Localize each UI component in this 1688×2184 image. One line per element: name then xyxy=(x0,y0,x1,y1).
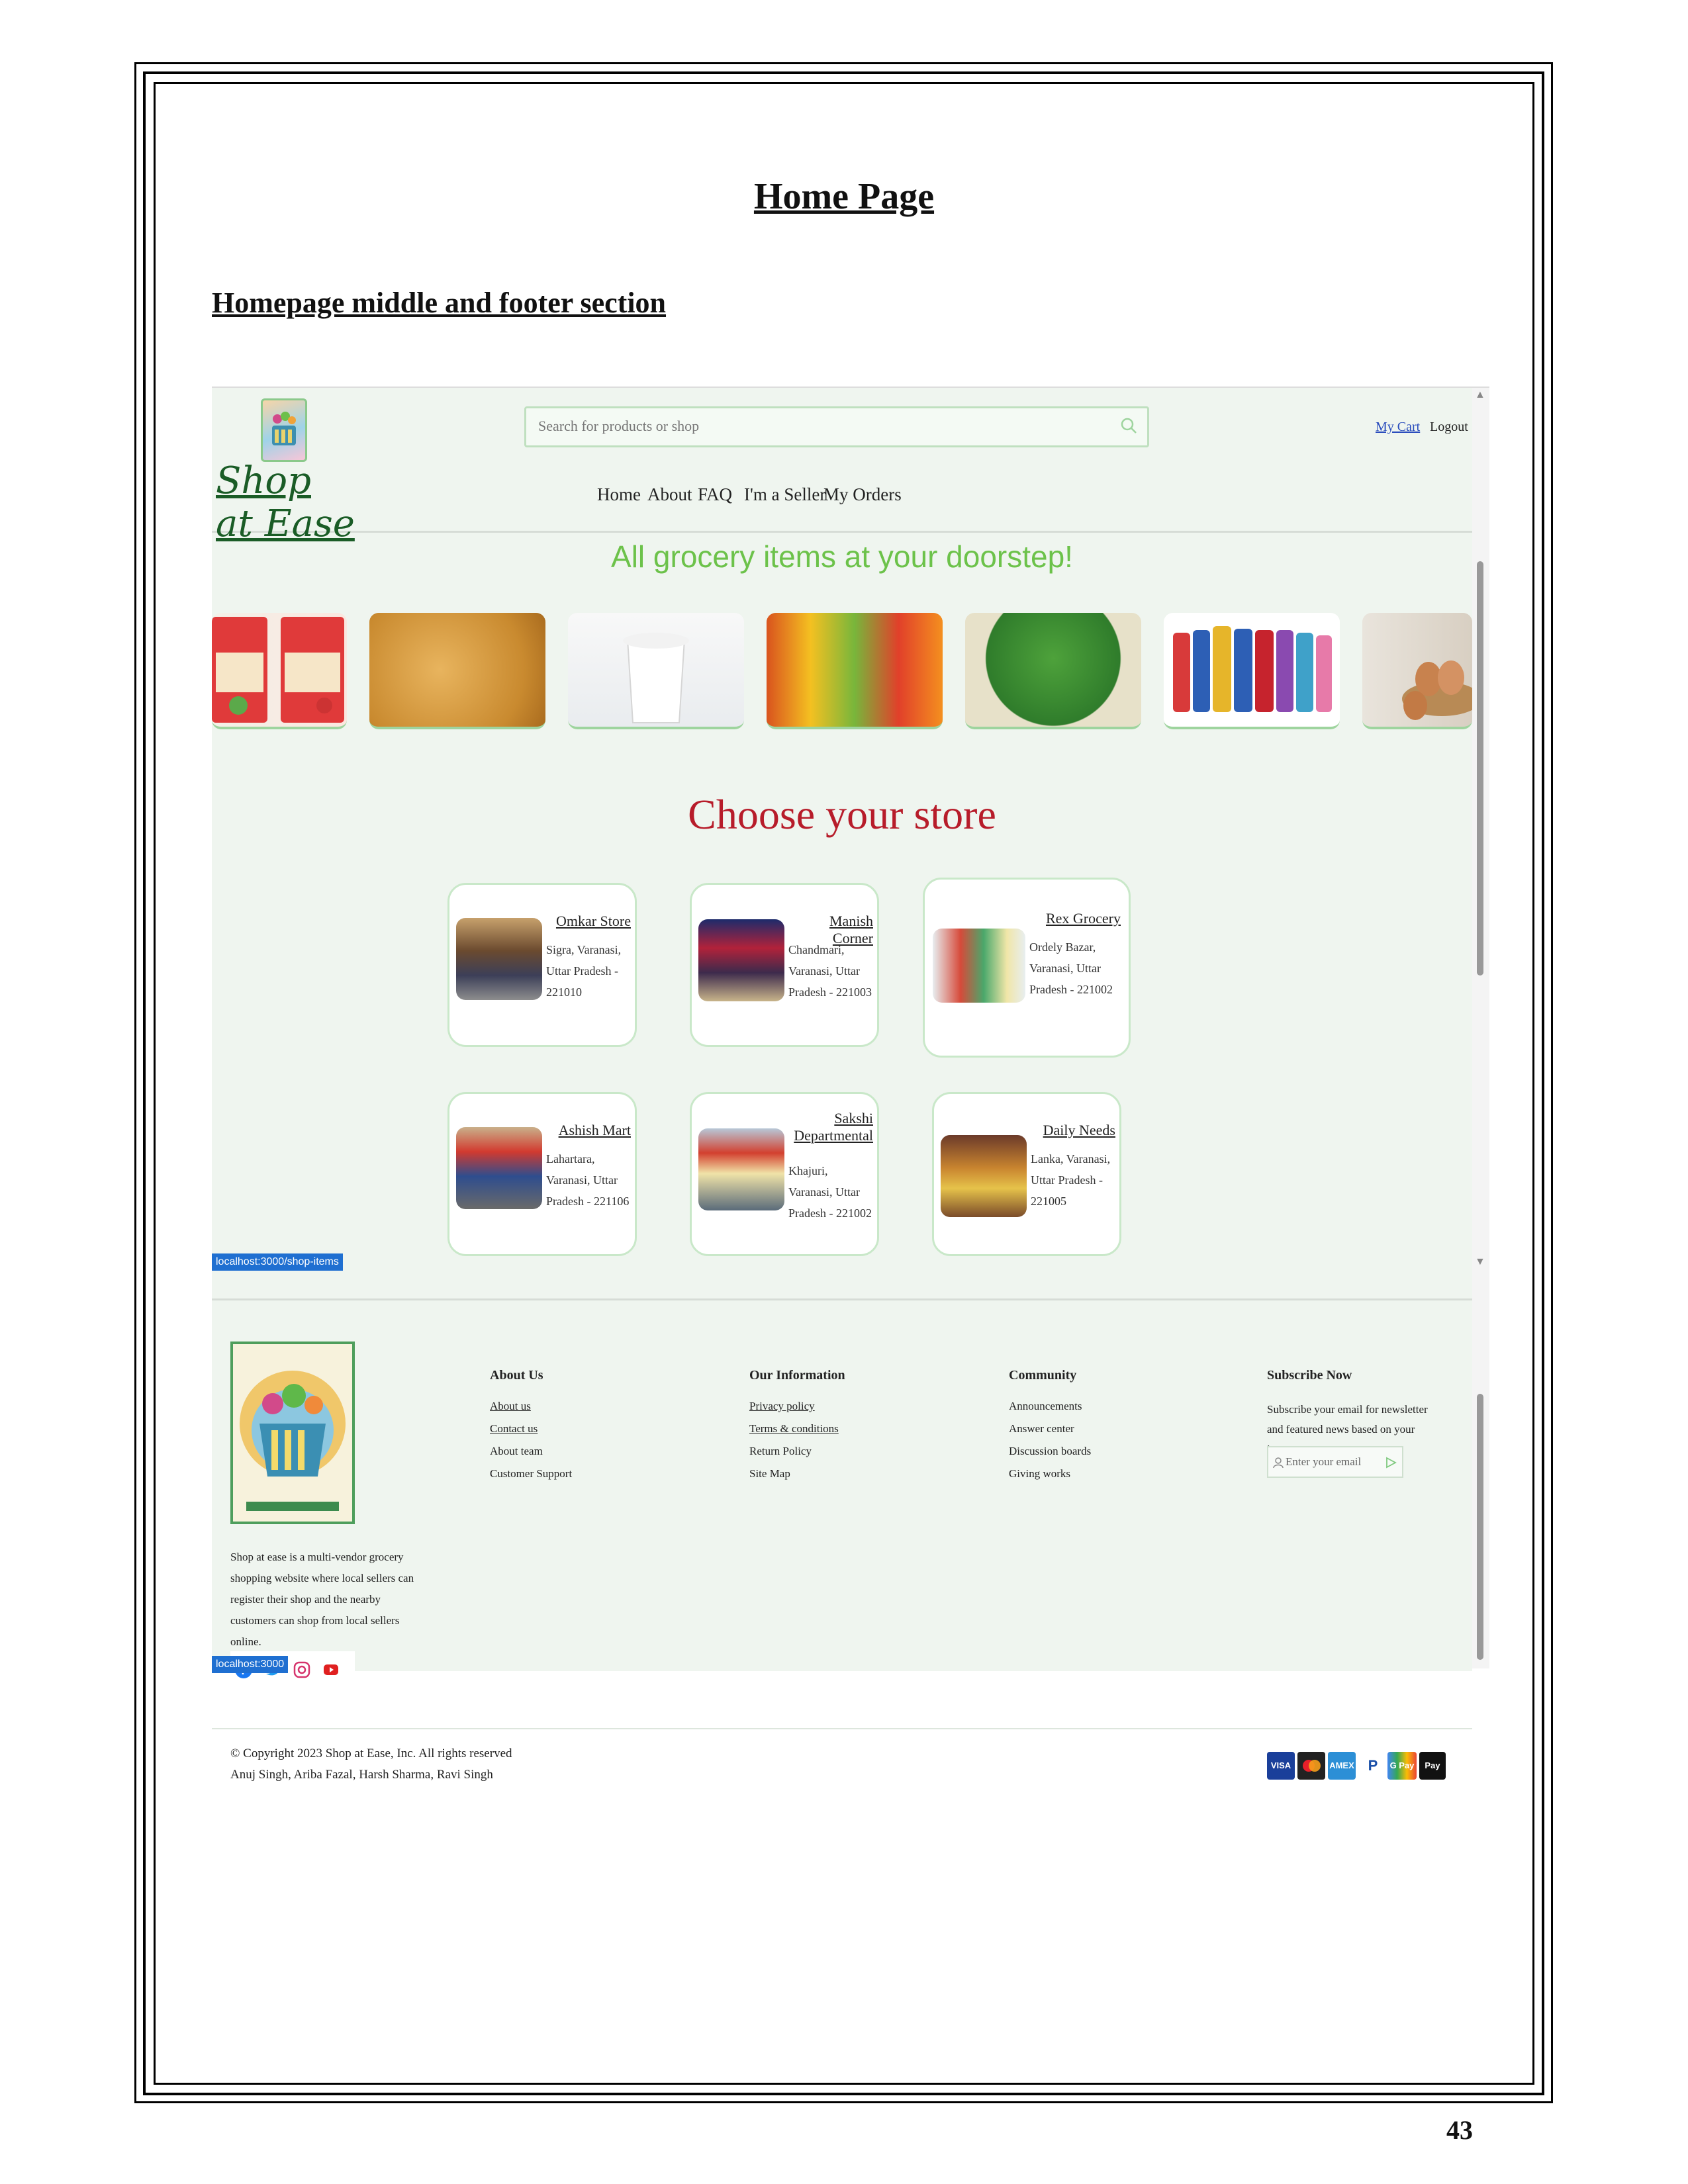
site-footer: Shop at ease is a multi-vendor grocery s… xyxy=(212,1298,1472,1786)
page-number: 43 xyxy=(1446,2115,1473,2145)
category-horlicks-image[interactable] xyxy=(1164,613,1340,729)
store-address: Ordely Bazar, Varanasi, Uttar Pradesh - … xyxy=(1029,940,1113,996)
scrollbar-thumb-upper[interactable] xyxy=(1477,561,1483,976)
footer-link-giving-works[interactable]: Giving works xyxy=(1009,1467,1070,1480)
footer-link-about-team[interactable]: About team xyxy=(490,1445,543,1458)
youtube-icon[interactable] xyxy=(322,1661,340,1679)
footer-about-heading: About Us xyxy=(490,1368,543,1383)
document-title: Home Page xyxy=(753,176,935,217)
search-placeholder: Search for products or shop xyxy=(538,418,700,434)
document-subtitle: Homepage middle and footer section xyxy=(212,287,667,319)
category-cerelac-image[interactable] xyxy=(212,613,347,729)
logout-button[interactable]: Logout xyxy=(1430,420,1468,435)
store-card-ashish[interactable]: Ashish Mart Lahartara, Varanasi, Uttar P… xyxy=(447,1092,637,1256)
email-placeholder: Enter your email xyxy=(1286,1455,1362,1468)
footer-subscribe-heading: Subscribe Now xyxy=(1267,1368,1352,1383)
store-address: Lahartara, Varanasi, Uttar Pradesh - 221… xyxy=(546,1152,630,1208)
store-name[interactable]: Sakshi Departmental xyxy=(788,1110,873,1144)
store-card-sakshi[interactable]: Sakshi Departmental Khajuri, Varanasi, U… xyxy=(690,1092,879,1256)
store-photo xyxy=(456,918,542,1000)
scroll-down-icon[interactable]: ▼ xyxy=(1475,1256,1485,1268)
store-photo xyxy=(456,1127,542,1209)
store-photo xyxy=(941,1135,1027,1217)
store-photo xyxy=(933,929,1025,1003)
store-address: Sigra, Varanasi, Uttar Pradesh - 221010 xyxy=(546,943,622,999)
user-icon xyxy=(1273,1457,1284,1469)
footer-link-about-us[interactable]: About us xyxy=(490,1400,531,1413)
store-photo xyxy=(698,919,784,1001)
store-name[interactable]: Ashish Mart xyxy=(546,1122,631,1139)
website-screenshot: Shop at Ease Search for products or shop… xyxy=(212,377,1489,1830)
store-card-daily-needs[interactable]: Daily Needs Lanka, Varanasi, Uttar Prade… xyxy=(932,1092,1121,1256)
store-name[interactable]: Daily Needs xyxy=(1031,1122,1115,1139)
google-pay-icon: G Pay xyxy=(1387,1752,1417,1780)
mastercard-icon xyxy=(1297,1752,1325,1780)
logo-icon[interactable] xyxy=(261,398,307,462)
store-photo xyxy=(698,1128,784,1210)
footer-link-announcements[interactable]: Announcements xyxy=(1009,1400,1082,1413)
copyright-text: © Copyright 2023 Shop at Ease, Inc. All … xyxy=(230,1747,512,1760)
nav-home[interactable]: Home xyxy=(597,484,641,505)
site-logo-text[interactable]: Shop at Ease xyxy=(216,459,355,545)
status-bar-url: localhost:3000/shop-items xyxy=(212,1253,343,1271)
footer-link-contact-us[interactable]: Contact us xyxy=(490,1422,538,1435)
paypal-icon: P xyxy=(1364,1752,1382,1780)
amex-icon: AMEX xyxy=(1328,1752,1356,1780)
choose-store-heading: Choose your store xyxy=(688,791,996,838)
nav-about[interactable]: About xyxy=(647,484,692,505)
nav-seller[interactable]: I'm a Seller xyxy=(744,484,825,505)
nav-my-orders[interactable]: My Orders xyxy=(823,484,902,505)
category-vegetables-image[interactable] xyxy=(965,613,1141,729)
footer-link-site-map[interactable]: Site Map xyxy=(749,1467,790,1480)
search-input[interactable]: Search for products or shop xyxy=(524,406,1149,447)
app-viewport: Shop at Ease Search for products or shop… xyxy=(212,388,1472,1786)
category-eggs-image[interactable] xyxy=(1362,613,1472,729)
hero-headline: All grocery items at your doorstep! xyxy=(611,539,1073,574)
scroll-up-icon[interactable]: ▲ xyxy=(1475,389,1485,401)
footer-link-terms[interactable]: Terms & conditions xyxy=(749,1422,839,1435)
browser-top-edge xyxy=(212,377,1489,388)
category-milk-image[interactable] xyxy=(568,613,744,729)
visa-icon: VISA xyxy=(1267,1752,1295,1780)
footer-logo-icon[interactable] xyxy=(230,1342,355,1524)
store-address: Lanka, Varanasi, Uttar Pradesh - 221005 xyxy=(1031,1152,1111,1208)
footer-info-heading: Our Information xyxy=(749,1368,845,1383)
footer-link-answer-center[interactable]: Answer center xyxy=(1009,1422,1074,1435)
authors-text: Anuj Singh, Ariba Fazal, Harsh Sharma, R… xyxy=(230,1768,493,1782)
footer-link-privacy[interactable]: Privacy policy xyxy=(749,1400,815,1413)
status-bar-url-home: localhost:3000 xyxy=(212,1656,289,1673)
scrollbar-thumb-lower[interactable] xyxy=(1477,1394,1483,1660)
store-name[interactable]: Rex Grocery xyxy=(1031,910,1121,927)
store-card-omkar[interactable]: Omkar Store Sigra, Varanasi, Uttar Prade… xyxy=(447,883,637,1047)
site-header: Shop at Ease Search for products or shop… xyxy=(212,388,1472,545)
apple-pay-icon: Pay xyxy=(1419,1752,1446,1780)
footer-community-heading: Community xyxy=(1009,1368,1077,1383)
search-icon[interactable] xyxy=(1119,416,1138,435)
footer-link-customer-support[interactable]: Customer Support xyxy=(490,1467,572,1480)
send-icon[interactable] xyxy=(1385,1457,1397,1469)
footer-link-discussion-boards[interactable]: Discussion boards xyxy=(1009,1445,1091,1458)
store-card-manish[interactable]: Manish Corner Chandmari, Varanasi, Uttar… xyxy=(690,883,879,1047)
store-address: Khajuri, Varanasi, Uttar Pradesh - 22100… xyxy=(788,1164,872,1220)
category-fruits-image[interactable] xyxy=(767,613,943,729)
instagram-icon[interactable] xyxy=(293,1661,311,1679)
footer-link-return-policy[interactable]: Return Policy xyxy=(749,1445,812,1458)
category-chips-image[interactable] xyxy=(369,613,545,729)
nav-faq[interactable]: FAQ xyxy=(698,484,732,505)
store-address: Chandmari, Varanasi, Uttar Pradesh - 221… xyxy=(788,943,872,999)
footer-divider xyxy=(212,1728,1472,1729)
store-name[interactable]: Omkar Store xyxy=(549,913,631,930)
email-field[interactable]: Enter your email xyxy=(1267,1446,1403,1478)
scrollbar[interactable]: ▲ ▼ xyxy=(1472,388,1489,1668)
store-card-rex[interactable]: Rex Grocery Ordely Bazar, Varanasi, Utta… xyxy=(923,878,1131,1058)
footer-description: Shop at ease is a multi-vendor grocery s… xyxy=(230,1551,414,1648)
my-cart-link[interactable]: My Cart xyxy=(1376,420,1420,435)
